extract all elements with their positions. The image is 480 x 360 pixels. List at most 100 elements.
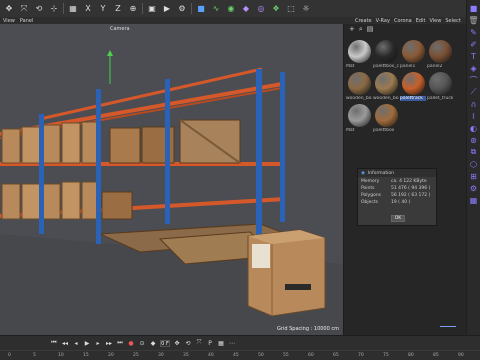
material-swatch[interactable]: panel2: [427, 40, 453, 69]
next-key-icon[interactable]: ▸▸: [105, 339, 113, 347]
material-swatch[interactable]: wooden_bo: [346, 72, 372, 101]
go-to-start-icon[interactable]: ⏮: [50, 339, 58, 347]
material-name: panel1: [400, 64, 416, 69]
rotate-key-icon[interactable]: ⟲: [184, 339, 192, 347]
menu-view[interactable]: View: [3, 18, 15, 24]
frame-ruler[interactable]: 0 5 10 15 20 25 30 35 40 45 50 55 60 65 70 75 80 85 90: [0, 350, 480, 360]
spline-icon[interactable]: ∿: [210, 3, 222, 15]
grid-key-icon[interactable]: ▦: [217, 339, 225, 347]
frame-tick: 15: [83, 353, 89, 358]
frame-tick: 5: [33, 353, 36, 358]
3d-viewport[interactable]: Camera Grid Spacing: 10000 cm: [0, 24, 343, 335]
viewport-menubar: View Panel: [0, 17, 343, 24]
material-name: palettbox_c: [373, 64, 399, 69]
current-frame-field[interactable]: 0 F: [160, 339, 170, 347]
render-icon[interactable]: ▶: [161, 3, 173, 15]
bevel-icon[interactable]: ⬡: [469, 159, 479, 169]
cube-icon[interactable]: ■: [469, 3, 479, 13]
material-name: wooden_bo: [346, 96, 372, 101]
frame-tick: 35: [183, 353, 189, 358]
material-swatch[interactable]: palettbox: [373, 104, 399, 133]
prev-key-icon[interactable]: ◂◂: [61, 339, 69, 347]
info-row: Objects 19 ( 40 ): [358, 200, 436, 205]
scale-icon[interactable]: ⤧: [18, 3, 30, 15]
scene-icon[interactable]: ❖: [270, 3, 282, 15]
snap-icon[interactable]: ⊹: [48, 3, 60, 15]
material-name: pallet_truck: [427, 96, 453, 101]
frame-tick: 40: [208, 353, 214, 358]
material-swatch[interactable]: pallet_truck: [427, 72, 453, 101]
x-axis-icon[interactable]: X: [82, 3, 94, 15]
extrude-icon[interactable]: ⧉: [469, 147, 479, 157]
menu-edit[interactable]: Edit: [416, 18, 426, 24]
menu-corona[interactable]: Corona: [394, 18, 412, 24]
main-toolbar: ✥ ⤧ ⟲ ⊹ ▦ X Y Z ⊕ ▣ ▶ ⚙ ■ ∿ ◉ ◆ ◎ ❖ ⬚ ☼: [0, 0, 466, 17]
menu-select[interactable]: Select: [445, 18, 460, 24]
workplane-icon[interactable]: ▦: [469, 195, 479, 205]
material-swatch[interactable]: palettrack: [400, 72, 426, 101]
autokey-icon[interactable]: ⊙: [138, 339, 146, 347]
field-icon[interactable]: ◎: [255, 3, 267, 15]
coord-icon[interactable]: ⊕: [127, 3, 139, 15]
grid-icon[interactable]: ▦: [67, 3, 79, 15]
prev-frame-icon[interactable]: ◂: [72, 339, 80, 347]
material-name: Mat: [346, 64, 355, 69]
rotate-icon[interactable]: ⟲: [33, 3, 45, 15]
render-view-icon[interactable]: ▣: [146, 3, 158, 15]
nurbs-icon[interactable]: ◉: [225, 3, 237, 15]
text-icon[interactable]: T: [469, 51, 479, 61]
spline-pen-icon[interactable]: ⌒: [469, 75, 479, 85]
selection-icon[interactable]: ◈: [469, 63, 479, 73]
ok-button[interactable]: OK: [391, 215, 405, 222]
menu-panel[interactable]: Panel: [20, 18, 34, 24]
info-value: 51 476 ( 94 396 ): [391, 186, 431, 191]
z-axis-icon[interactable]: Z: [112, 3, 124, 15]
move-icon[interactable]: ✥: [3, 3, 15, 15]
material-preview: [374, 104, 398, 127]
trash-icon[interactable]: 🗑: [468, 15, 478, 25]
render-settings-icon[interactable]: ⚙: [176, 3, 188, 15]
deformer-icon[interactable]: ◆: [240, 3, 252, 15]
material-swatch[interactable]: Mat: [346, 104, 372, 133]
snap-settings-icon[interactable]: ⚙: [469, 183, 479, 193]
material-swatch[interactable]: palettbox_c: [373, 40, 399, 69]
material-swatch[interactable]: Mat: [346, 40, 372, 69]
filter-icon[interactable]: ▤: [367, 25, 374, 33]
knife-icon[interactable]: ⟋: [469, 87, 479, 97]
frame-tick: 55: [283, 353, 289, 358]
param-key-icon[interactable]: P: [206, 339, 214, 347]
menu-vray[interactable]: V-Ray: [376, 18, 390, 24]
go-to-end-icon[interactable]: ⏭: [116, 339, 124, 347]
material-swatch[interactable]: panel1: [400, 40, 426, 69]
move-key-icon[interactable]: ✥: [173, 339, 181, 347]
menu-view[interactable]: View: [429, 18, 441, 24]
brush-icon[interactable]: ✐: [469, 39, 479, 49]
material-swatch[interactable]: wooden_bo: [373, 72, 399, 101]
menu-create[interactable]: Create: [355, 18, 372, 24]
camera-icon[interactable]: ⬚: [285, 3, 297, 15]
next-frame-icon[interactable]: ▸: [94, 339, 102, 347]
pen-icon[interactable]: ✎: [469, 27, 479, 37]
weight-icon[interactable]: ⊛: [469, 135, 479, 145]
information-dialog: ◉ Information Memory ca. 4 122 KByte Poin…: [357, 168, 437, 226]
zoom-slider[interactable]: [440, 326, 456, 327]
magnet-icon[interactable]: ∩: [469, 99, 479, 109]
cardboard-box: [21, 126, 41, 164]
add-icon[interactable]: +: [349, 25, 355, 33]
scene-render: [0, 50, 343, 335]
record-icon[interactable]: ●: [127, 339, 135, 347]
play-icon[interactable]: ▶: [83, 339, 91, 347]
point-key-icon[interactable]: ⋯: [228, 339, 236, 347]
bridge-icon[interactable]: ⊞: [469, 171, 479, 181]
wooden-crate: [109, 127, 141, 164]
keyframe-icon[interactable]: ◆: [149, 339, 157, 347]
search-icon[interactable]: ⌕: [359, 25, 363, 34]
scale-key-icon[interactable]: ⤧: [195, 339, 203, 347]
light-icon[interactable]: ☼: [300, 3, 312, 15]
paint-icon[interactable]: ⌇: [469, 111, 479, 121]
cube-icon[interactable]: ■: [195, 3, 207, 15]
info-value: ca. 4 122 KByte: [391, 179, 427, 184]
sculpt-icon[interactable]: ◐: [469, 123, 479, 133]
toolbar-divider: [191, 3, 192, 14]
y-axis-icon[interactable]: Y: [97, 3, 109, 15]
